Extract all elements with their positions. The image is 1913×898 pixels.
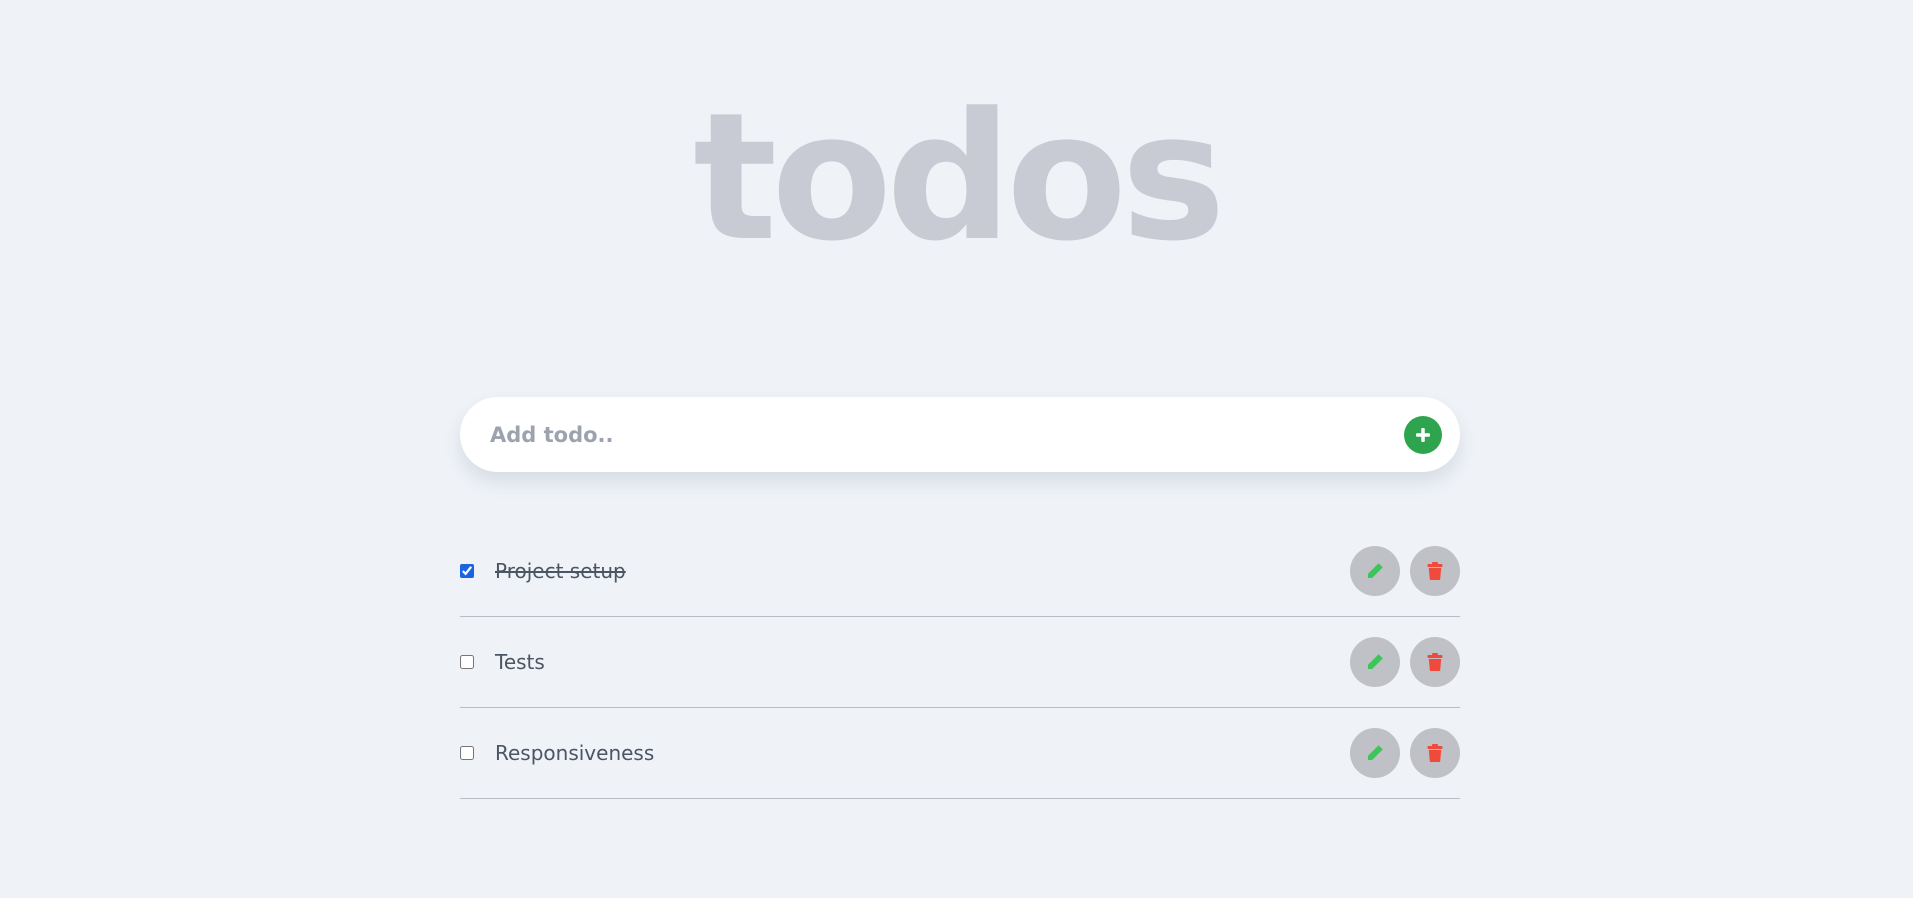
todo-checkbox[interactable] bbox=[460, 564, 474, 578]
app-title: todos bbox=[693, 75, 1226, 280]
plus-icon bbox=[1416, 427, 1430, 442]
add-todo-button[interactable] bbox=[1404, 415, 1442, 454]
delete-todo-button[interactable] bbox=[1410, 728, 1460, 778]
delete-todo-button[interactable] bbox=[1410, 637, 1460, 687]
todo-text: Tests bbox=[495, 650, 545, 674]
pencil-icon bbox=[1368, 745, 1383, 760]
trash-icon bbox=[1427, 562, 1443, 580]
todo-checkbox[interactable] bbox=[460, 746, 474, 760]
trash-icon bbox=[1427, 653, 1443, 671]
edit-todo-button[interactable] bbox=[1350, 728, 1400, 778]
todo-list: Project setup Tests Responsiveness bbox=[460, 526, 1460, 799]
todo-item: Tests bbox=[460, 617, 1460, 708]
pencil-icon bbox=[1368, 563, 1383, 578]
todo-item: Project setup bbox=[460, 526, 1460, 617]
add-todo-bar bbox=[460, 397, 1460, 472]
trash-icon bbox=[1427, 744, 1443, 762]
pencil-icon bbox=[1368, 654, 1383, 669]
todo-checkbox[interactable] bbox=[460, 655, 474, 669]
add-todo-input[interactable] bbox=[490, 414, 1404, 455]
todo-text: Responsiveness bbox=[495, 741, 655, 765]
edit-todo-button[interactable] bbox=[1350, 546, 1400, 596]
todo-text: Project setup bbox=[495, 559, 626, 583]
todo-item: Responsiveness bbox=[460, 708, 1460, 799]
delete-todo-button[interactable] bbox=[1410, 546, 1460, 596]
edit-todo-button[interactable] bbox=[1350, 637, 1400, 687]
